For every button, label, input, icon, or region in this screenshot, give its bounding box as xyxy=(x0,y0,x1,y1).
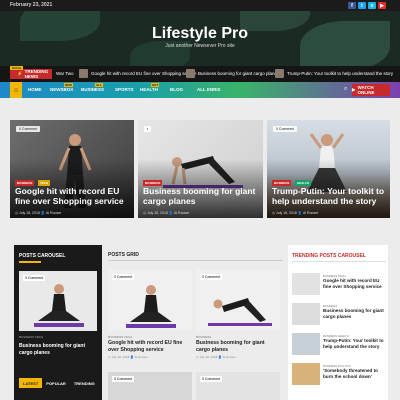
heading-underline xyxy=(108,260,283,261)
nav-item-health[interactable]: HEALTH xyxy=(140,87,158,92)
comment-count: 0 Comment xyxy=(16,126,41,132)
trending-heading: TRENDING POSTS CAROUSEL xyxy=(292,253,366,259)
heading-underline xyxy=(292,261,386,262)
grid-card-title[interactable]: Business booming for giant cargo planes xyxy=(196,340,280,354)
facebook-icon[interactable]: f xyxy=(348,2,356,9)
ticker-thumbnail xyxy=(79,69,88,78)
hero-card[interactable]: 0 Comment BUSINESS TECH Google hit with … xyxy=(10,120,134,218)
grid-card-image[interactable]: 0 Comment xyxy=(108,270,192,330)
nav-item-blog[interactable]: BLOG xyxy=(170,87,183,92)
top-bar: February 23, 2021 f t v ▶ xyxy=(0,0,400,11)
carousel-post-title[interactable]: Business booming for giant cargo planes xyxy=(19,343,99,357)
post-categories[interactable]: BUSINESS TECH xyxy=(108,335,132,339)
trending-title[interactable]: Google hit with record EU fine over Shop… xyxy=(323,278,387,290)
twitter-icon[interactable]: t xyxy=(358,2,366,9)
post-meta: ◷ July 18, 2018 👤 Al Rooser xyxy=(196,355,236,359)
online-badge: Online xyxy=(10,66,24,70)
site-title[interactable]: Lifestyle Pro xyxy=(0,25,400,43)
watch-online-label: WATCH ONLINE xyxy=(357,85,375,95)
ticker-thumbnail xyxy=(275,69,284,78)
youtube-icon[interactable]: ▶ xyxy=(378,2,386,9)
comment-icon: ▪ xyxy=(144,126,152,132)
trending-news-text: TRENDING NEWS xyxy=(24,69,49,79)
grid-card[interactable]: 0 Comment xyxy=(108,372,192,400)
watch-online-button[interactable]: ▶ WATCH ONLINE xyxy=(352,84,390,96)
search-icon[interactable]: ⌕ xyxy=(344,86,347,93)
grid-card-image[interactable]: 0 Comment xyxy=(196,270,280,330)
posts-grid-heading: POSTS GRID xyxy=(108,252,139,258)
comment-count: 0 Comment xyxy=(112,376,135,382)
grid-card[interactable]: 0 Comment BUSINESS Business booming for … xyxy=(196,270,280,365)
post-categories[interactable]: BUSINESS TECH xyxy=(19,335,43,339)
hero-title[interactable]: Trump-Putin: Your toolkit to help unders… xyxy=(272,186,385,206)
vimeo-icon[interactable]: v xyxy=(368,2,376,9)
grid-card[interactable]: 0 Comment BUSINESS TECH Google hit with … xyxy=(108,270,192,365)
comment-count: 0 Comment xyxy=(200,274,223,280)
trending-thumbnail[interactable] xyxy=(292,273,320,295)
trending-thumbnail[interactable] xyxy=(292,303,320,325)
trending-title[interactable]: Trump-Putin: Your toolkit to help unders… xyxy=(323,338,387,350)
nav-badge: HOT xyxy=(151,83,160,87)
nav-badge: NEW xyxy=(64,83,73,87)
tab-popular[interactable]: POPULAR xyxy=(42,378,70,388)
post-tabs: LATEST POPULAR TRENDING xyxy=(19,378,99,388)
carousel-image[interactable]: 0 Comment xyxy=(19,271,97,331)
current-date: February 23, 2021 xyxy=(10,2,53,8)
woman-figure-image xyxy=(34,284,84,327)
trending-posts-carousel: TRENDING POSTS CAROUSEL BUSINESS TECH Go… xyxy=(288,245,388,400)
home-icon[interactable]: ⌂ xyxy=(10,82,22,98)
ticker-item[interactable]: War Two xyxy=(56,71,74,76)
trending-title[interactable]: Business booming for giant cargo planes xyxy=(323,308,387,320)
hero-card[interactable]: ▪ BUSINESS Business booming for giant ca… xyxy=(138,120,263,218)
tab-trending[interactable]: TRENDING xyxy=(70,378,99,388)
post-meta: ◷ July 18, 2018 👤 Al Rooser xyxy=(108,355,148,359)
grid-card-title[interactable]: Google hit with record EU fine over Shop… xyxy=(108,340,192,354)
post-meta: ◷ July 18, 2018 👤 Al Rooser xyxy=(272,211,319,215)
nav-item-home[interactable]: HOME xyxy=(28,87,42,92)
nav-item-sports[interactable]: SPORTS xyxy=(115,87,134,92)
grid-card-image[interactable]: 0 Comment xyxy=(196,372,280,400)
woman-figure-image xyxy=(126,285,176,328)
post-categories[interactable]: BUSINESS xyxy=(196,335,211,339)
post-meta: ◷ July 18, 2018 👤 Al Rooser xyxy=(15,211,62,215)
trending-news-label: ⚡ TRENDING NEWS xyxy=(10,69,52,79)
ticker-item[interactable]: Business booming for giant cargo planes xyxy=(198,71,279,76)
nav-item-business[interactable]: BUSINESS xyxy=(81,87,104,92)
comment-count: 0 Comment xyxy=(112,274,135,280)
trending-thumbnail[interactable] xyxy=(292,363,320,385)
hero-title[interactable]: Google hit with record EU fine over Shop… xyxy=(15,186,129,206)
site-header: Lifestyle Pro Just another Newsever Pro … xyxy=(0,11,400,66)
trending-row[interactable]: BUSINESS TECH Google hit with record EU … xyxy=(292,273,386,301)
ticker-item[interactable]: Trump-Putin: Your toolkit to help unders… xyxy=(287,71,393,76)
site-tagline: Just another Newsever Pro site xyxy=(165,43,235,49)
trending-row[interactable]: BUSINESS POLITICS 'Somebody threatened t… xyxy=(292,363,386,391)
comment-count: 0 Comment xyxy=(200,376,223,382)
bolt-icon: ⚡ xyxy=(17,71,23,76)
main-navigation: ⌂ HOME NEWSBOX NEW BUSINESS ALL SPORTS H… xyxy=(0,82,400,98)
trending-ticker: ⚡ TRENDING NEWS Online War Two Google hi… xyxy=(0,66,400,82)
grid-card-image[interactable]: 0 Comment xyxy=(108,372,192,400)
trending-thumbnail[interactable] xyxy=(292,333,320,355)
trending-title[interactable]: 'Somebody threatened to burn the school … xyxy=(323,368,387,380)
posts-carousel-heading: POSTS CAROUSEL xyxy=(19,253,66,259)
woman-figure-image xyxy=(208,298,272,326)
nav-item-newsbox[interactable]: NEWSBOX xyxy=(50,87,73,92)
heading-underline xyxy=(19,261,41,263)
hero-title[interactable]: Business booming for giant cargo planes xyxy=(143,186,258,206)
grid-card[interactable]: 0 Comment xyxy=(196,372,280,400)
ticker-item[interactable]: Google hit with record EU fine over Shop… xyxy=(91,71,197,76)
hero-card[interactable]: 0 Comment BUSINESS HEALTH Trump-Putin: Y… xyxy=(267,120,390,218)
post-meta: ◷ July 18, 2018 👤 Al Rooser xyxy=(143,211,190,215)
nav-badge: ALL xyxy=(95,83,103,87)
trending-row[interactable]: BUSINESS Business booming for giant carg… xyxy=(292,303,386,331)
trending-row[interactable]: BUSINESS HEALTH Trump-Putin: Your toolki… xyxy=(292,333,386,361)
play-icon: ▶ xyxy=(352,87,356,92)
posts-carousel: POSTS CAROUSEL 0 Comment BUSINESS TECH B… xyxy=(14,245,102,400)
tab-latest[interactable]: LATEST xyxy=(19,378,43,388)
nav-item-all-enrix[interactable]: ALL ENRIX xyxy=(197,87,221,92)
ticker-thumbnail xyxy=(186,69,195,78)
comment-count: 0 Comment xyxy=(273,126,298,132)
